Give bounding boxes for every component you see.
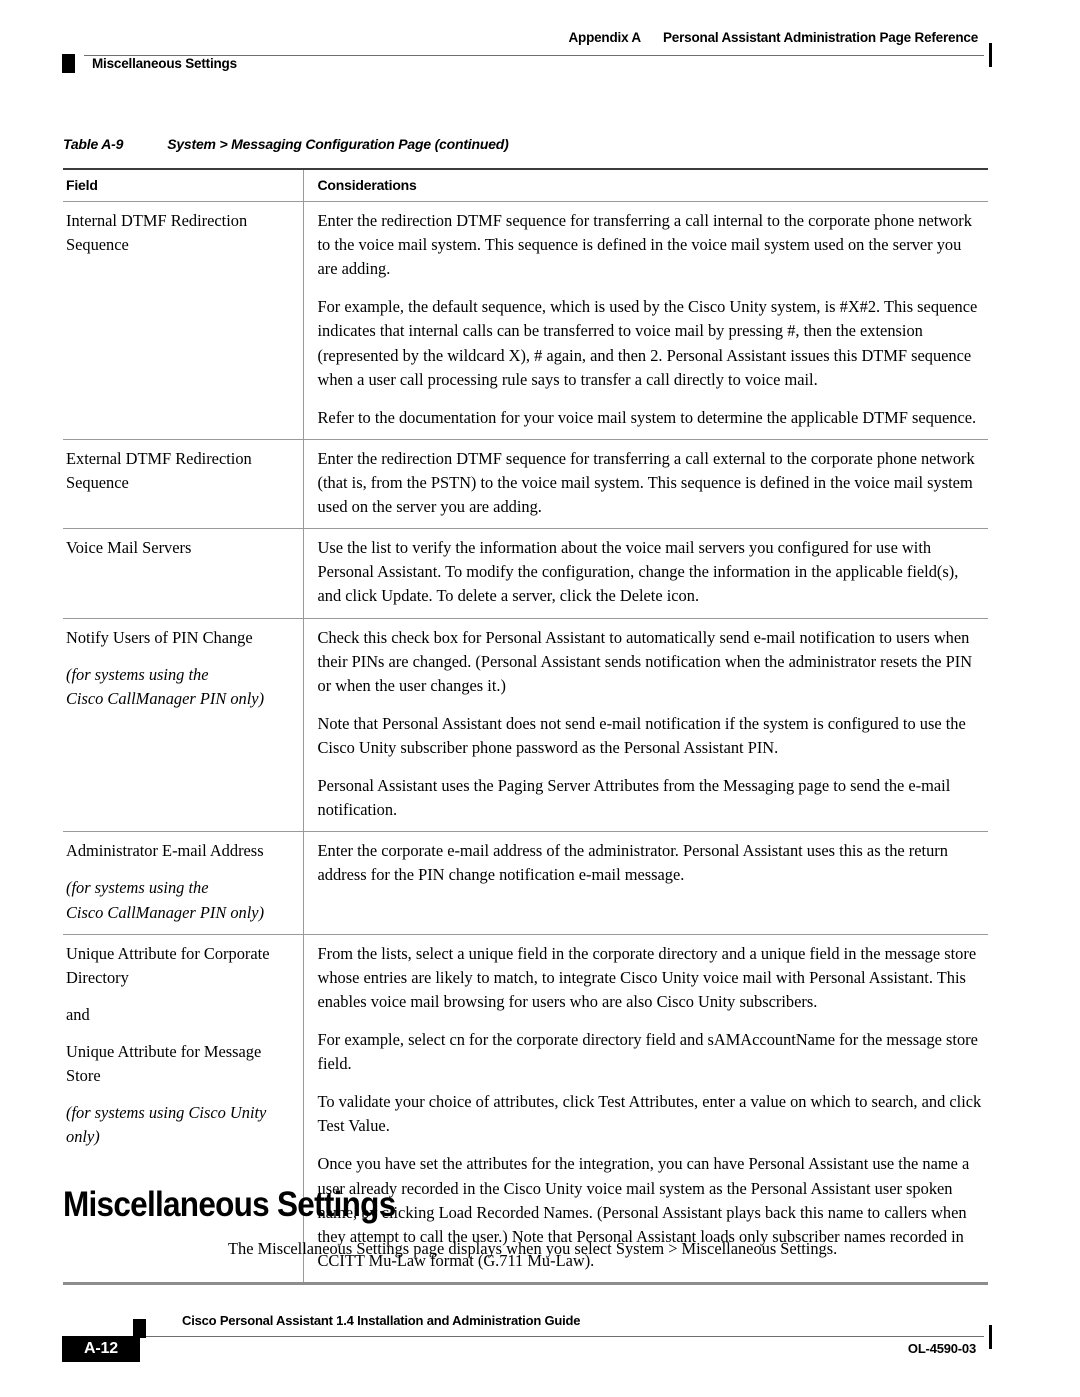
table-caption-title: System > Messaging Configuration Page (c… xyxy=(167,136,509,152)
row-considerations-cell: Enter the redirection DTMF sequence for … xyxy=(302,439,988,530)
consideration-paragraph: For example, the default sequence, which… xyxy=(317,297,978,389)
page-header: Appendix A Personal Assistant Administrat… xyxy=(62,30,992,84)
footer-page-number: A-12 xyxy=(62,1336,140,1362)
field-name: External DTMF Redirection Sequence xyxy=(66,448,252,492)
row-considerations-cell: Check this check box for Personal Assist… xyxy=(302,618,988,833)
field-qualifier-line: (for systems using the xyxy=(66,664,209,684)
page-title: Miscellaneous Settings xyxy=(63,1185,396,1225)
field-name: Notify Users of PIN Change xyxy=(66,627,253,647)
consideration-paragraph: Check this check box for Personal Assist… xyxy=(317,627,973,695)
field-qualifier-line: only) xyxy=(66,1127,100,1147)
row-considerations-cell: Enter the redirection DTMF sequence for … xyxy=(302,201,988,440)
table-row: Internal DTMF Redirection Sequence Enter… xyxy=(63,201,988,440)
consideration-paragraph: Refer to the documentation for your voic… xyxy=(317,407,977,427)
field-name-secondary: Unique Attribute for Message Store xyxy=(66,1041,262,1086)
table-body: Internal DTMF Redirection Sequence Enter… xyxy=(63,201,988,1285)
field-qualifier-note: (for systems using the Cisco CallManager… xyxy=(66,876,291,924)
field-qualifier-line: (for systems using Cisco Unity xyxy=(66,1103,267,1123)
field-qualifier-note: (for systems using the Cisco CallManager… xyxy=(66,663,291,711)
row-field-cell: Notify Users of PIN Change (for systems … xyxy=(63,618,303,833)
table-row: Administrator E-mail Address (for system… xyxy=(63,831,988,935)
field-name: Voice Mail Servers xyxy=(66,538,192,558)
footer-rule xyxy=(84,1336,984,1337)
field-qualifier-line: (for systems using the xyxy=(66,878,209,898)
field-qualifier-line: Cisco CallManager PIN only) xyxy=(66,902,265,922)
field-conjunction: and xyxy=(66,1004,90,1024)
consideration-paragraph: Use the list to verify the information a… xyxy=(317,538,959,606)
header-appendix-label: Appendix A xyxy=(568,30,641,45)
field-qualifier-line: Cisco CallManager PIN only) xyxy=(66,688,265,708)
field-name: Internal DTMF Redirection Sequence xyxy=(66,211,248,255)
footer-document-id: OL-4590-03 xyxy=(907,1341,976,1356)
field-name: Administrator E-mail Address xyxy=(66,841,264,861)
consideration-paragraph: Enter the redirection DTMF sequence for … xyxy=(317,448,975,517)
row-field-cell: Unique Attribute for Corporate Directory… xyxy=(63,934,303,1285)
consideration-paragraph: To validate your choice of attributes, c… xyxy=(317,1092,982,1136)
field-qualifier-note: (for systems using Cisco Unity only) xyxy=(66,1101,291,1149)
row-field-cell: Administrator E-mail Address (for system… xyxy=(63,831,303,935)
header-appendix-title: Personal Assistant Administration Page R… xyxy=(663,30,978,45)
messaging-configuration-table: Field Considerations Internal DTMF Redir… xyxy=(63,168,988,1285)
consideration-paragraph: Note that Personal Assistant does not se… xyxy=(317,713,966,757)
consideration-paragraph: From the lists, select a unique field in… xyxy=(317,943,977,1011)
row-considerations-cell: Enter the corporate e-mail address of th… xyxy=(302,831,988,935)
table-header: Field Considerations xyxy=(63,168,988,202)
consideration-paragraph: Enter the redirection DTMF sequence for … xyxy=(317,211,972,279)
table-header-row: Field Considerations xyxy=(63,168,988,202)
row-field-cell: External DTMF Redirection Sequence xyxy=(63,439,303,530)
page-footer: Cisco Personal Assistant 1.4 Installatio… xyxy=(62,1308,992,1368)
consideration-paragraph: Personal Assistant uses the Paging Serve… xyxy=(317,776,951,820)
header-end-tick xyxy=(989,43,992,67)
footer-end-tick xyxy=(989,1325,992,1349)
table-row: External DTMF Redirection Sequence Enter… xyxy=(63,439,988,530)
table-row: Notify Users of PIN Change (for systems … xyxy=(63,618,988,833)
header-running-section: Miscellaneous Settings xyxy=(92,56,237,71)
column-header-considerations: Considerations xyxy=(302,168,988,202)
header-bullet-square-icon xyxy=(62,54,75,73)
column-header-field: Field xyxy=(63,168,303,202)
table-caption-number: Table A-9 xyxy=(63,136,124,152)
table-row: Voice Mail Servers Use the list to verif… xyxy=(63,528,988,619)
table-caption: Table A-9 System > Messaging Configuratio… xyxy=(63,136,509,152)
header-appendix-reference: Appendix A Personal Assistant Administrat… xyxy=(568,30,978,45)
consideration-paragraph: For example, select cn for the corporate… xyxy=(317,1029,978,1074)
table-row: Unique Attribute for Corporate Directory… xyxy=(63,934,988,1285)
row-considerations-cell: Use the list to verify the information a… xyxy=(302,528,988,619)
row-considerations-cell: From the lists, select a unique field in… xyxy=(302,934,988,1285)
consideration-paragraph: Enter the corporate e-mail address of th… xyxy=(317,841,948,885)
row-field-cell: Voice Mail Servers xyxy=(63,528,303,619)
field-name: Unique Attribute for Corporate Directory xyxy=(66,943,270,987)
footer-guide-title: Cisco Personal Assistant 1.4 Installatio… xyxy=(182,1313,581,1328)
section-intro-text: The Miscellaneous Settings page displays… xyxy=(228,1239,838,1259)
row-field-cell: Internal DTMF Redirection Sequence xyxy=(63,201,303,440)
